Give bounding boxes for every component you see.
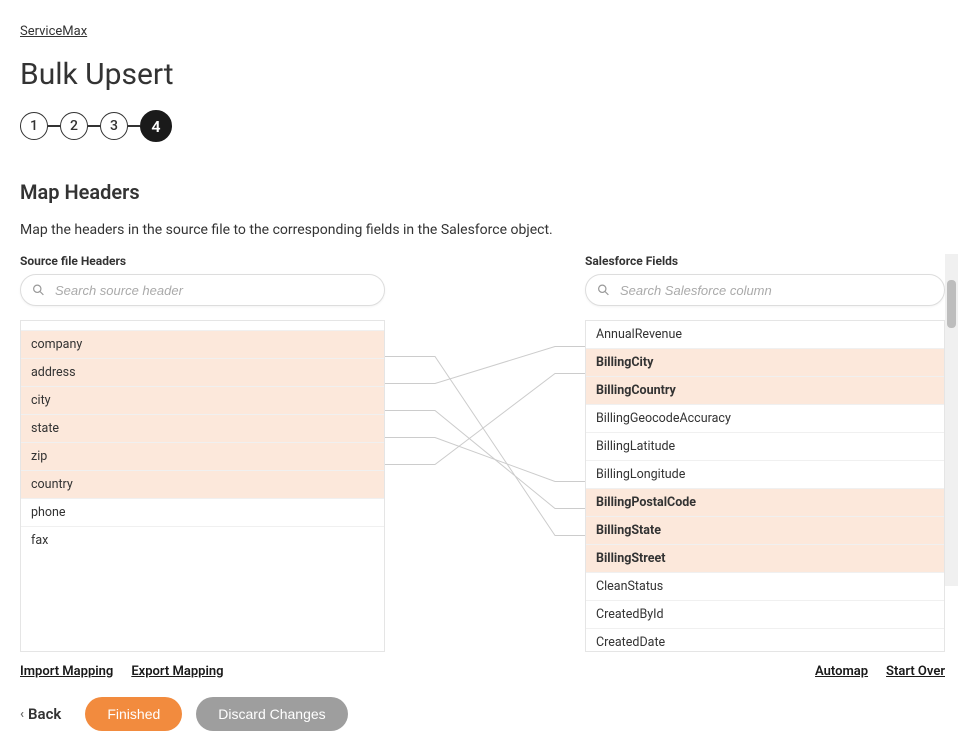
page-title: Bulk Upsert <box>20 57 950 92</box>
export-mapping-link[interactable]: Export Mapping <box>131 664 223 679</box>
section-description: Map the headers in the source file to th… <box>20 222 950 238</box>
source-header-item[interactable]: address <box>21 359 384 387</box>
salesforce-field-item[interactable]: BillingCity <box>586 349 944 377</box>
scrollbar-track[interactable] <box>945 254 958 586</box>
automap-link[interactable]: Automap <box>815 664 868 679</box>
step-connector <box>48 125 60 127</box>
salesforce-field-item[interactable]: CreatedDate <box>586 629 944 652</box>
step-connector <box>88 125 100 127</box>
source-search-input[interactable] <box>20 274 385 306</box>
salesforce-field-item[interactable]: BillingGeocodeAccuracy <box>586 405 944 433</box>
chevron-left-icon: ‹ <box>20 707 24 722</box>
breadcrumb[interactable]: ServiceMax <box>20 24 87 39</box>
discard-changes-button[interactable]: Discard Changes <box>196 697 347 731</box>
salesforce-fields-label: Salesforce Fields <box>585 254 945 268</box>
step-1[interactable]: 1 <box>20 112 48 140</box>
source-header-item[interactable]: fax <box>21 527 384 554</box>
salesforce-field-item[interactable]: AnnualRevenue <box>586 321 944 349</box>
mapping-connectors <box>385 306 605 646</box>
salesforce-fields-list: AnnualRevenueBillingCityBillingCountryBi… <box>585 320 945 652</box>
search-icon <box>32 284 45 297</box>
stepper: 1234 <box>20 110 950 142</box>
salesforce-search-input[interactable] <box>585 274 945 306</box>
source-headers-label: Source file Headers <box>20 254 385 268</box>
salesforce-field-item[interactable]: BillingCountry <box>586 377 944 405</box>
source-header-item[interactable]: country <box>21 471 384 499</box>
source-header-item[interactable]: state <box>21 415 384 443</box>
salesforce-field-item[interactable]: CleanStatus <box>586 573 944 601</box>
salesforce-field-item[interactable]: BillingPostalCode <box>586 489 944 517</box>
source-header-item[interactable]: zip <box>21 443 384 471</box>
salesforce-field-item[interactable]: BillingLatitude <box>586 433 944 461</box>
step-2[interactable]: 2 <box>60 112 88 140</box>
source-header-item[interactable]: phone <box>21 499 384 527</box>
source-header-item[interactable]: city <box>21 387 384 415</box>
list-item-blank <box>21 321 384 331</box>
salesforce-field-item[interactable]: BillingLongitude <box>586 461 944 489</box>
import-mapping-link[interactable]: Import Mapping <box>20 664 113 679</box>
salesforce-field-item[interactable]: CreatedById <box>586 601 944 629</box>
salesforce-field-item[interactable]: BillingState <box>586 517 944 545</box>
finished-button[interactable]: Finished <box>85 697 182 731</box>
step-connector <box>128 125 140 127</box>
search-icon <box>597 284 610 297</box>
back-label: Back <box>28 705 61 723</box>
step-4[interactable]: 4 <box>140 110 172 142</box>
section-title: Map Headers <box>20 180 950 204</box>
source-headers-list: companyaddresscitystatezipcountryphonefa… <box>20 320 385 652</box>
step-3[interactable]: 3 <box>100 112 128 140</box>
salesforce-field-item[interactable]: BillingStreet <box>586 545 944 573</box>
scrollbar-thumb[interactable] <box>947 280 956 328</box>
source-header-item[interactable]: company <box>21 331 384 359</box>
start-over-link[interactable]: Start Over <box>886 664 945 679</box>
back-button[interactable]: ‹ Back <box>20 699 71 729</box>
